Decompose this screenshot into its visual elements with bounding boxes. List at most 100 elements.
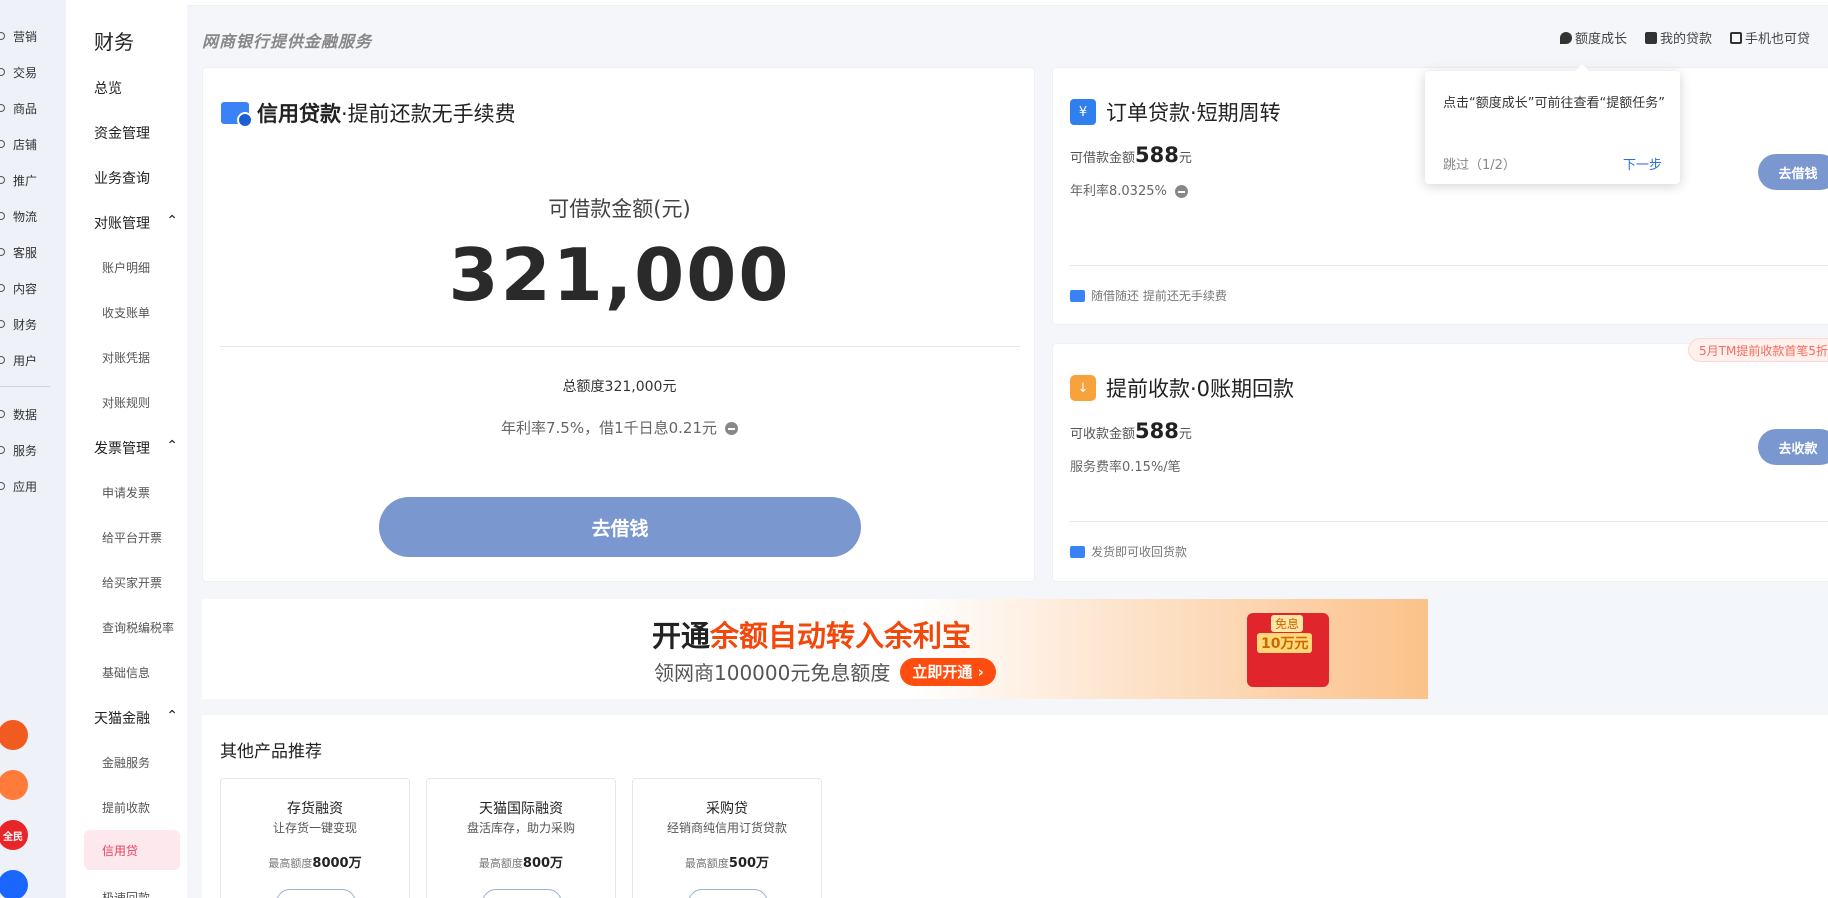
credit-loan-title: 信用贷款·提前还款无手续费 (221, 98, 516, 128)
link-my-loans[interactable]: 我的贷款 (1645, 28, 1712, 47)
logistics-icon (0, 212, 5, 220)
divider (220, 346, 1020, 347)
sub-nav-overview[interactable]: 总览 (94, 78, 122, 98)
other-products: 其他产品推荐 存货融资 让存货一键变现 最高额度8000万 天猫国际融资 盘活库… (202, 715, 1828, 898)
marketing-icon (0, 32, 5, 40)
link-quota-growth[interactable]: 额度成长 (1560, 28, 1627, 47)
sub-nav-rules[interactable]: 对账规则 (102, 394, 150, 411)
nav-item-finance[interactable]: 财务 (0, 314, 66, 334)
nav-item-trade[interactable]: 交易 (0, 62, 66, 82)
document-icon (1645, 31, 1658, 44)
sub-nav-group-reconcile[interactable]: 对账管理 ⌃ (94, 213, 178, 233)
message-icon (1070, 545, 1085, 558)
sub-nav-vouchers[interactable]: 对账凭据 (102, 349, 150, 366)
early-receipt-rate: 服务费率0.15%/笔 (1070, 460, 1181, 475)
sub-nav-business-query[interactable]: 业务查询 (94, 168, 150, 188)
product-action-button[interactable] (276, 889, 356, 898)
banner-subline: 领网商100000元免息额度 立即开通 › (654, 657, 996, 686)
sub-nav-platform-invoice[interactable]: 给平台开票 (102, 529, 162, 546)
collapse-icon[interactable] (725, 422, 739, 435)
chevron-up-icon: ⌃ (166, 438, 178, 454)
sub-nav-bills[interactable]: 收支账单 (102, 304, 150, 321)
early-receipt-title: ↓ 提前收款·0账期回款 (1070, 373, 1294, 403)
tooltip-text: 点击“额度成长”可前往查看“提额任务” (1443, 96, 1665, 111)
early-receipt-amount: 可收款金额588元 (1070, 419, 1192, 443)
borrow-button[interactable]: 去借钱 (379, 497, 861, 557)
sub-nav-basic-info[interactable]: 基础信息 (102, 664, 150, 681)
order-loan-footer: 随借随还 提前还无手续费 (1070, 287, 1227, 304)
red-envelope-icon: 免息 10万元 (1247, 613, 1329, 687)
sub-nav-buyer-invoice[interactable]: 给买家开票 (102, 574, 162, 591)
nav-item-logistics[interactable]: 物流 (0, 206, 66, 226)
early-receipt-card: 5月TM提前收款首笔5折 ↓ 提前收款·0账期回款 可收款金额588元 服务费率0… (1052, 338, 1828, 582)
finance-icon (0, 320, 5, 328)
product-action-button[interactable] (482, 889, 562, 898)
nav-item-data[interactable]: 数据 (0, 404, 66, 424)
nav-item-goods[interactable]: 商品 (0, 98, 66, 118)
credit-loan-card: 信用贷款·提前还款无手续费 可借款金额(元) 321,000 总额度321,00… (202, 67, 1035, 582)
sub-nav-finance-service[interactable]: 金融服务 (102, 754, 150, 771)
nav-item-user[interactable]: 用户 (0, 350, 66, 370)
goods-icon (0, 104, 5, 112)
service-market-icon (0, 446, 5, 454)
sub-nav-early-receipt[interactable]: 提前收款 (102, 799, 150, 816)
nav-item-service[interactable]: 客服 (0, 242, 66, 262)
sub-nav-apply-invoice[interactable]: 申请发票 (102, 484, 150, 501)
order-loan-borrow-button[interactable]: 去借钱 (1758, 154, 1828, 190)
app-shortcut-quanmin-icon[interactable]: 全民 (0, 820, 28, 850)
trade-icon (0, 68, 5, 76)
available-amount-label: 可借款金额(元) (548, 197, 691, 221)
app-shortcut-2-icon[interactable] (0, 770, 28, 800)
nav-item-service-market[interactable]: 服务 (0, 440, 66, 460)
collapse-icon[interactable] (1174, 185, 1188, 198)
tooltip-skip-button[interactable]: 跳过（1/2） (1443, 154, 1516, 173)
nav-item-marketing[interactable]: 营销 (0, 26, 66, 46)
sub-nav-group-invoice[interactable]: 发票管理 ⌃ (94, 438, 178, 458)
sub-nav-group-tmall-finance[interactable]: 天猫金融 ⌃ (94, 708, 178, 728)
tooltip-next-button[interactable]: 下一步 (1623, 154, 1662, 173)
promo-badge: 5月TM提前收款首笔5折 (1688, 338, 1828, 362)
product-card-purchase-loan[interactable]: 采购贷 经销商纯信用订货贷款 最高额度500万 (632, 778, 822, 898)
available-amount: 321,000 (448, 233, 791, 317)
interest-rate: 年利率7.5%，借1千日息0.21元 (203, 417, 1036, 438)
promo-banner[interactable]: 开通余额自动转入余利宝 领网商100000元免息额度 立即开通 › 免息 10万元 (202, 599, 1828, 699)
top-bar (187, 0, 1828, 6)
qrcode-icon (1730, 31, 1743, 44)
sub-nav-tax-query[interactable]: 查询税编税率 (102, 619, 174, 636)
chevron-up-icon: ⌃ (166, 708, 178, 724)
app-shortcut-1-icon[interactable] (0, 720, 28, 750)
collect-button[interactable]: 去收款 (1758, 429, 1828, 465)
sub-nav-funds[interactable]: 资金管理 (94, 123, 150, 143)
product-card-tmall-intl[interactable]: 天猫国际融资 盘活库存，助力采购 最高额度800万 (426, 778, 616, 898)
credit-card-icon (221, 102, 253, 128)
diamond-icon (1560, 31, 1572, 44)
chevron-up-icon: ⌃ (166, 213, 178, 229)
header-links: 额度成长 我的贷款 手机也可贷 (1560, 28, 1810, 47)
content-icon (0, 284, 5, 292)
products-title: 其他产品推荐 (220, 742, 322, 762)
data-icon (0, 410, 5, 418)
sub-nav-account-detail[interactable]: 账户明细 (102, 259, 150, 276)
nav-item-promotion[interactable]: 推广 (0, 170, 66, 190)
product-card-inventory-finance[interactable]: 存货融资 让存货一键变现 最高额度8000万 (220, 778, 410, 898)
user-icon (0, 356, 5, 364)
app-shortcut-4-icon[interactable] (0, 870, 28, 898)
nav-item-shop[interactable]: 店铺 (0, 134, 66, 154)
promotion-icon (0, 176, 5, 184)
brand-slogan: 网商银行提供金融服务 (202, 32, 373, 51)
nav-item-content[interactable]: 内容 (0, 278, 66, 298)
message-icon (1070, 289, 1085, 302)
service-icon (0, 248, 5, 256)
nav-item-apps[interactable]: 应用 (0, 476, 66, 496)
total-quota: 总额度321,000元 (562, 379, 677, 395)
order-loan-amount: 可借款金额588元 (1070, 143, 1192, 167)
secondary-nav: 财务 总览 资金管理 业务查询 对账管理 ⌃ 账户明细 收支账单 对账凭据 对账规… (66, 0, 187, 898)
early-receipt-footer: 发货即可收回货款 (1070, 543, 1187, 560)
sub-nav-credit-loan[interactable]: 信用贷 (84, 830, 180, 870)
yen-tag-icon: ¥ (1070, 99, 1096, 125)
sub-nav-fast-payback[interactable]: 极速回款 (102, 889, 150, 898)
banner-open-button[interactable]: 立即开通 › (900, 657, 996, 686)
money-bag-icon: ↓ (1070, 375, 1096, 401)
link-mobile-loan[interactable]: 手机也可贷 (1730, 28, 1810, 47)
product-action-button[interactable] (688, 889, 768, 898)
